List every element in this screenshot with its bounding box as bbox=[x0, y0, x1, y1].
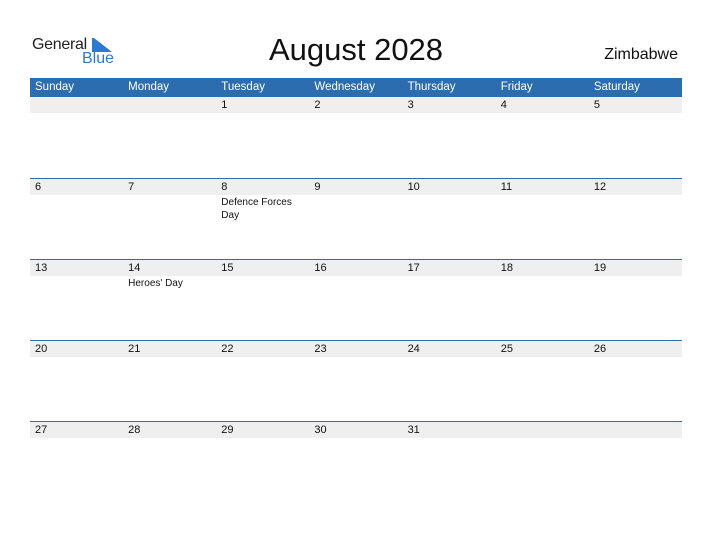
weekday-thursday: Thursday bbox=[407, 81, 456, 93]
day-cell: 26 bbox=[589, 340, 682, 420]
day-number: 29 bbox=[221, 424, 234, 436]
week-cells: 13 14 Heroes' Day 15 16 17 18 19 bbox=[30, 259, 682, 339]
day-cell: 2 bbox=[309, 97, 402, 177]
week-row: 1 2 3 4 5 bbox=[30, 97, 682, 178]
weekday-friday: Friday bbox=[500, 81, 533, 93]
day-number: 24 bbox=[407, 343, 420, 355]
day-cell: 15 bbox=[216, 259, 309, 339]
day-cell: 17 bbox=[403, 259, 496, 339]
weekday-saturday: Saturday bbox=[593, 81, 640, 93]
country-label: Zimbabwe bbox=[604, 46, 678, 63]
day-cell: 19 bbox=[589, 259, 682, 339]
day-number: 5 bbox=[593, 99, 600, 111]
day-cell: 20 bbox=[30, 340, 123, 420]
day-cell: 6 bbox=[30, 178, 123, 258]
day-cell: 29 bbox=[216, 421, 309, 501]
day-number: 6 bbox=[35, 181, 42, 193]
week-row: 27 28 29 30 31 bbox=[30, 421, 682, 502]
weekday-wednesday: Wednesday bbox=[314, 81, 375, 93]
day-number: 16 bbox=[314, 262, 327, 274]
day-number: 31 bbox=[407, 424, 420, 436]
day-number: 20 bbox=[35, 343, 48, 355]
day-number: 15 bbox=[221, 262, 234, 274]
day-number: 7 bbox=[128, 181, 135, 193]
day-number: 21 bbox=[128, 343, 141, 355]
week-cells: 20 21 22 23 24 25 26 bbox=[30, 340, 682, 420]
day-number: 19 bbox=[593, 262, 607, 274]
day-cell: 30 bbox=[309, 421, 402, 501]
day-number: 12 bbox=[593, 181, 607, 193]
day-cell bbox=[30, 97, 123, 177]
day-cell: 8 Defence Forces Day bbox=[216, 178, 309, 258]
day-number: 23 bbox=[314, 343, 327, 355]
day-cell: 12 bbox=[589, 178, 682, 258]
day-cell: 4 bbox=[496, 97, 589, 177]
day-cell: 21 bbox=[123, 340, 216, 420]
day-cell: 25 bbox=[496, 340, 589, 420]
week-row: 6 7 8 Defence Forces Day 9 10 11 12 bbox=[30, 178, 682, 259]
day-cell: 10 bbox=[403, 178, 496, 258]
day-number bbox=[35, 97, 123, 114]
day-number: 11 bbox=[500, 181, 513, 193]
day-cell: 5 bbox=[589, 97, 682, 177]
day-number: 2 bbox=[314, 99, 321, 111]
week-cells: 6 7 8 Defence Forces Day 9 10 11 12 bbox=[30, 178, 682, 258]
day-cell: 22 bbox=[216, 340, 309, 420]
day-cell: 31 bbox=[403, 421, 496, 501]
day-number: 3 bbox=[407, 99, 414, 111]
day-number bbox=[594, 421, 682, 439]
day-cell bbox=[496, 421, 589, 501]
day-number: 27 bbox=[35, 424, 48, 436]
weekday-sunday: Sunday bbox=[35, 81, 75, 93]
day-cell: 7 bbox=[123, 178, 216, 258]
day-number: 25 bbox=[500, 343, 513, 355]
day-cell: 27 bbox=[30, 421, 123, 501]
day-number bbox=[128, 97, 216, 114]
week-row: 13 14 Heroes' Day 15 16 17 18 19 bbox=[30, 259, 682, 340]
day-cell: 23 bbox=[309, 340, 402, 420]
day-number: 1 bbox=[221, 99, 228, 111]
calendar-grid: Sunday Monday Tuesday Wednesday Thursday… bbox=[30, 78, 682, 502]
day-number: 28 bbox=[128, 424, 141, 436]
day-number: 10 bbox=[407, 181, 420, 193]
day-cell: 14 Heroes' Day bbox=[123, 259, 216, 339]
holiday-label: Defence Forces Day bbox=[221, 197, 292, 221]
day-number: 8 bbox=[221, 181, 228, 193]
day-cell: 24 bbox=[403, 340, 496, 420]
day-number: 18 bbox=[500, 262, 513, 274]
day-cell: 13 bbox=[30, 259, 123, 339]
day-cell: 28 bbox=[123, 421, 216, 501]
day-number: 26 bbox=[593, 343, 607, 355]
day-number: 4 bbox=[500, 99, 507, 111]
weekday-tuesday: Tuesday bbox=[221, 81, 265, 93]
day-number: 13 bbox=[35, 262, 48, 274]
weekday-monday: Monday bbox=[128, 81, 170, 93]
day-number: 9 bbox=[314, 181, 321, 193]
day-number: 22 bbox=[221, 343, 234, 355]
day-number: 30 bbox=[314, 424, 327, 436]
day-cell bbox=[589, 421, 682, 501]
day-number bbox=[501, 421, 589, 439]
day-cell: 16 bbox=[309, 259, 402, 339]
week-cells: 1 2 3 4 5 bbox=[30, 97, 682, 177]
holiday-label: Heroes' Day bbox=[128, 278, 183, 289]
week-cells: 27 28 29 30 31 bbox=[30, 421, 682, 501]
day-cell: 1 bbox=[216, 97, 309, 177]
day-cell: 18 bbox=[496, 259, 589, 339]
day-cell: 3 bbox=[403, 97, 496, 177]
week-row: 20 21 22 23 24 25 26 bbox=[30, 340, 682, 421]
day-number: 14 bbox=[128, 262, 141, 274]
weekday-header-row: Sunday Monday Tuesday Wednesday Thursday… bbox=[30, 78, 682, 97]
day-cell bbox=[123, 97, 216, 177]
weeks-container: 1 2 3 4 5 6 7 8 Defence Forces Day 9 10 11 12 13 14 Her… bbox=[30, 97, 682, 502]
day-cell: 11 bbox=[496, 178, 589, 258]
day-number: 17 bbox=[407, 262, 420, 274]
day-cell: 9 bbox=[309, 178, 402, 258]
